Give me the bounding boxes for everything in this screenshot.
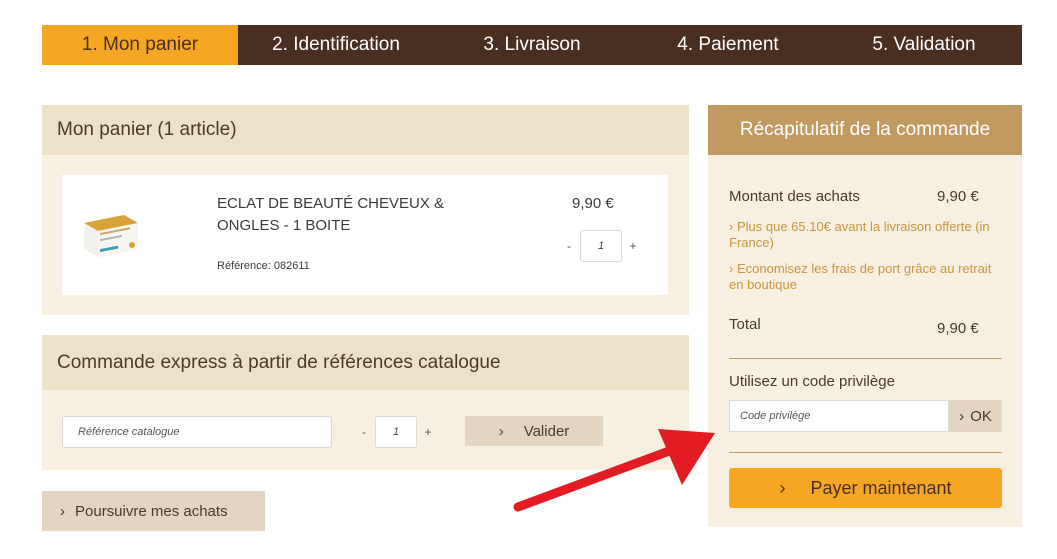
decrease-quantity-button[interactable]: - <box>562 239 576 253</box>
express-decrease-button[interactable]: - <box>357 425 371 439</box>
chevron-right-icon: › <box>729 261 734 276</box>
product-name[interactable]: ECLAT DE BEAUTÉ CHEVEUX & ONGLES - 1 BOI… <box>217 193 497 237</box>
product-reference: Référence: 082611 <box>217 260 310 272</box>
continue-shopping-button[interactable]: › Poursuivre mes achats <box>42 491 265 531</box>
privilege-code-label: Utilisez un code privilège <box>729 373 895 390</box>
catalogue-reference-input[interactable]: Référence catalogue <box>62 416 332 448</box>
cart-panel: ECLAT DE BEAUTÉ CHEVEUX & ONGLES - 1 BOI… <box>42 155 689 315</box>
privilege-code-ok-button[interactable]: › OK <box>949 400 1002 432</box>
pay-now-label: Payer maintenant <box>810 477 952 498</box>
free-shipping-info-link[interactable]: › Plus que 65.10€ avant la livraison off… <box>729 219 1004 251</box>
total-value: 9,90 € <box>937 320 979 337</box>
product-image[interactable] <box>80 209 142 259</box>
checkout-steps: 1. Mon panier 2. Identification 3. Livra… <box>42 25 1022 65</box>
ok-label: OK <box>970 407 992 425</box>
chevron-right-icon: › <box>779 477 786 498</box>
product-price: 9,90 € <box>572 195 614 212</box>
pay-now-button[interactable]: › Payer maintenant <box>729 468 1002 508</box>
chevron-right-icon: › <box>959 407 965 425</box>
order-summary-panel: Montant des achats 9,90 € › Plus que 65.… <box>708 155 1022 527</box>
step-validation[interactable]: 5. Validation <box>826 25 1022 65</box>
continue-shopping-label: Poursuivre mes achats <box>75 502 228 520</box>
step-payment[interactable]: 4. Paiement <box>630 25 826 65</box>
privilege-code-input[interactable]: Code privilège <box>729 400 949 432</box>
total-label: Total <box>729 316 761 333</box>
divider <box>729 452 1002 453</box>
order-summary-title: Récapitulatif de la commande <box>708 105 1022 155</box>
cart-title: Mon panier (1 article) <box>42 105 689 155</box>
quantity-input[interactable]: 1 <box>580 230 622 262</box>
step-identification[interactable]: 2. Identification <box>238 25 434 65</box>
store-pickup-info-link[interactable]: › Economisez les frais de port grâce au … <box>729 261 1004 293</box>
express-quantity-stepper: - 1 + <box>357 416 435 448</box>
divider <box>729 358 1002 359</box>
express-order-title: Commande express à partir de références … <box>42 335 689 390</box>
store-pickup-info-text: Economisez les frais de port grâce au re… <box>729 261 992 292</box>
chevron-right-icon: › <box>729 219 734 234</box>
express-increase-button[interactable]: + <box>421 425 435 439</box>
express-quantity-input[interactable]: 1 <box>375 416 417 448</box>
quantity-stepper: - 1 + <box>562 230 640 262</box>
red-arrow-annotation <box>513 429 715 512</box>
free-shipping-info-text: Plus que 65.10€ avant la livraison offer… <box>729 219 990 250</box>
purchases-value: 9,90 € <box>937 188 979 205</box>
purchases-label: Montant des achats <box>729 188 860 205</box>
step-delivery[interactable]: 3. Livraison <box>434 25 630 65</box>
increase-quantity-button[interactable]: + <box>626 239 640 253</box>
cart-item: ECLAT DE BEAUTÉ CHEVEUX & ONGLES - 1 BOI… <box>62 175 668 295</box>
chevron-right-icon: › <box>498 422 504 440</box>
step-cart[interactable]: 1. Mon panier <box>42 25 238 65</box>
chevron-right-icon: › <box>60 502 65 520</box>
